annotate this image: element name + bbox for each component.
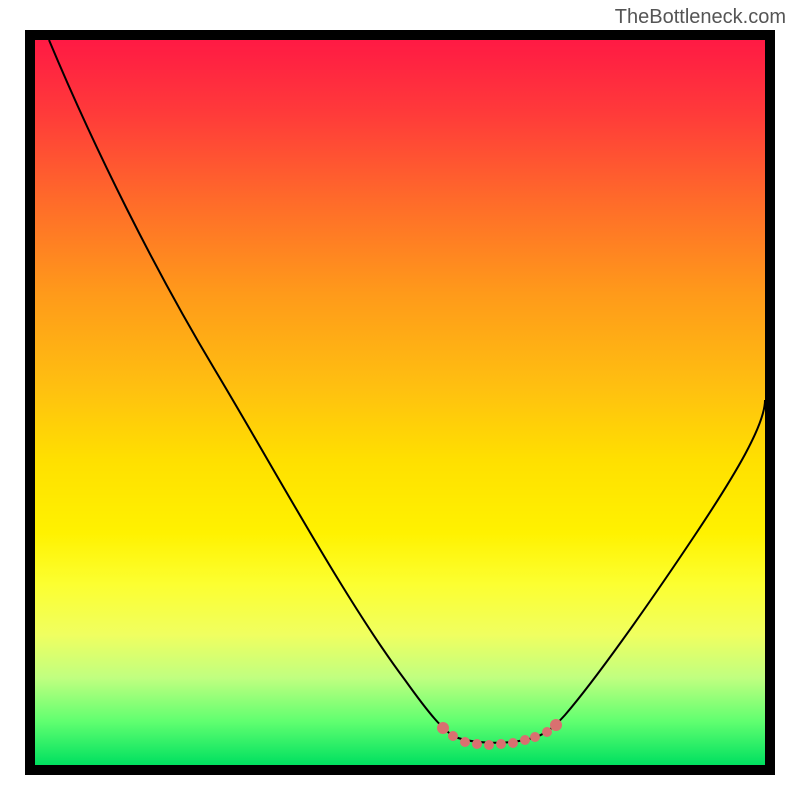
bottleneck-curve-line xyxy=(49,40,765,743)
bottleneck-chart xyxy=(35,40,765,765)
bottom-highlight-dots xyxy=(437,719,562,750)
watermark-text: TheBottleneck.com xyxy=(615,6,786,29)
chart-frame xyxy=(25,30,775,775)
